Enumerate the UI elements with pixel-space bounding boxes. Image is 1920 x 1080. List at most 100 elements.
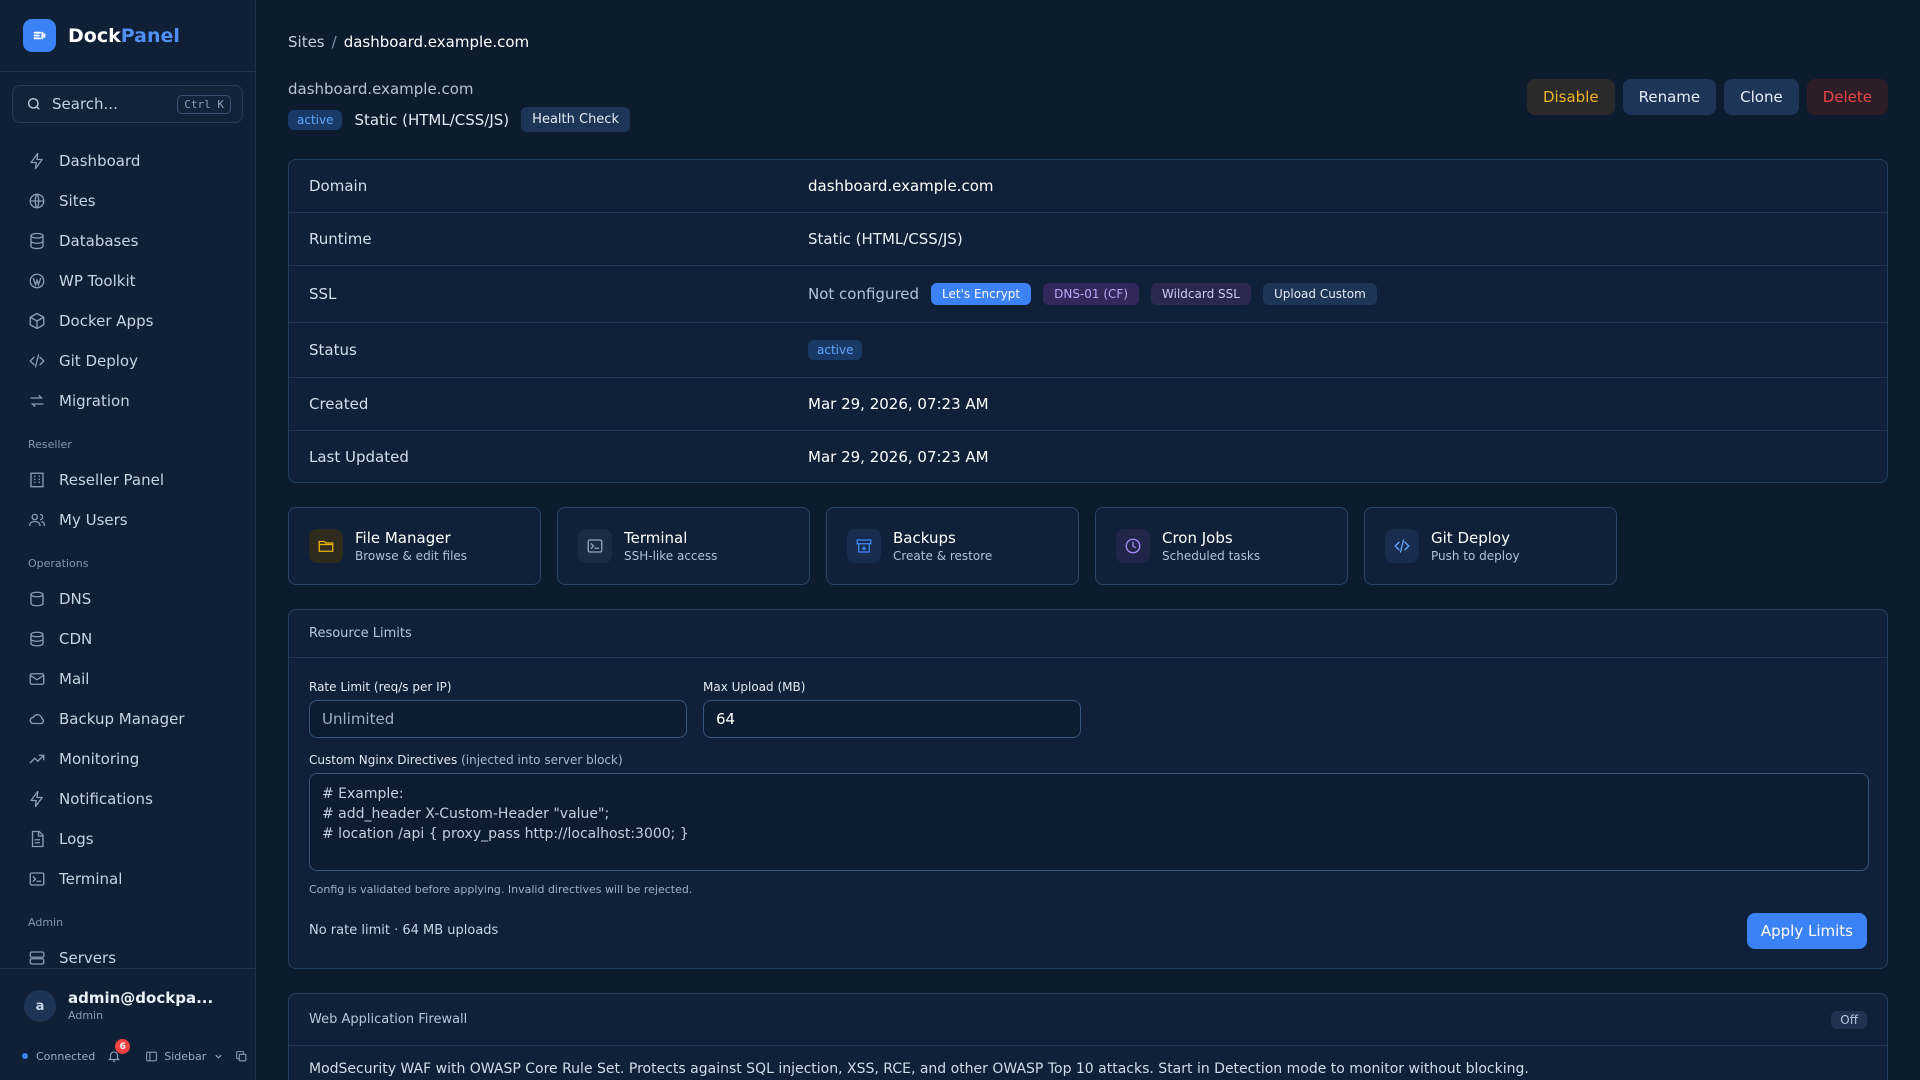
apply-limits-button[interactable]: Apply Limits xyxy=(1746,913,1867,949)
status-bar: Connected 6 Sidebar xyxy=(22,1039,248,1066)
sidebar-item-migration[interactable]: Migration xyxy=(0,381,256,421)
tool-desc: Scheduled tasks xyxy=(1162,549,1261,563)
waf-header: Web Application Firewall Off xyxy=(289,994,1887,1046)
waf-state-badge[interactable]: Off xyxy=(1831,1010,1867,1029)
health-check-button[interactable]: Health Check xyxy=(521,107,630,132)
sidebar-item-git-deploy[interactable]: Git Deploy xyxy=(0,341,256,381)
sidebar-item-label: Terminal xyxy=(59,870,123,888)
sidebar-item-label: Dashboard xyxy=(59,152,141,170)
upload-custom-button[interactable]: Upload Custom xyxy=(1262,283,1377,305)
info-row-runtime: Runtime Static (HTML/CSS/JS) xyxy=(289,213,1887,266)
tool-backups[interactable]: Backups Create & restore xyxy=(826,507,1079,585)
info-value: dashboard.example.com xyxy=(808,177,994,195)
info-label: Status xyxy=(309,341,357,359)
rate-limit-input[interactable]: Unlimited xyxy=(309,700,687,738)
info-label: Domain xyxy=(309,177,368,195)
sidebar-item-label: Notifications xyxy=(59,790,153,808)
tool-title: Terminal xyxy=(624,529,688,547)
waf-description: ModSecurity WAF with OWASP Core Rule Set… xyxy=(309,1061,1529,1077)
copy-icon[interactable] xyxy=(235,1050,248,1063)
sidebar-item-sites[interactable]: Sites xyxy=(0,181,256,221)
site-domain-subtitle: dashboard.example.com xyxy=(288,80,474,98)
tool-desc: Create & restore xyxy=(893,549,993,563)
disable-button[interactable]: Disable xyxy=(1526,79,1615,115)
info-row-ssl: SSL Not configured Let's Encrypt DNS-01 … xyxy=(289,266,1887,323)
users-icon xyxy=(28,513,46,527)
sidebar-item-label: Monitoring xyxy=(59,750,140,768)
card-title: Resource Limits xyxy=(289,610,1887,658)
status-badge: active xyxy=(808,340,863,360)
breadcrumb: Sites / dashboard.example.com xyxy=(288,33,529,51)
site-info-table: Domain dashboard.example.com Runtime Sta… xyxy=(288,159,1888,483)
sidebar-item-databases[interactable]: Databases xyxy=(0,221,256,261)
info-value: Static (HTML/CSS/JS) xyxy=(808,230,963,248)
tool-desc: Browse & edit files xyxy=(355,549,468,563)
search-box[interactable]: Search... Ctrl K xyxy=(12,85,243,123)
wildcard-ssl-button[interactable]: Wildcard SSL xyxy=(1151,283,1251,305)
lets-encrypt-button[interactable]: Let's Encrypt xyxy=(931,283,1032,305)
user-name[interactable]: admin@dockpa... xyxy=(68,989,213,1007)
delete-button[interactable]: Delete xyxy=(1806,79,1888,115)
sidebar-item-reseller-panel[interactable]: Reseller Panel xyxy=(0,460,256,500)
search-shortcut: Ctrl K xyxy=(177,94,231,114)
code-line: # add_header X-Custom-Header "value"; xyxy=(322,806,610,822)
chart-line-icon xyxy=(29,754,45,764)
sidebar-item-docker-apps[interactable]: Docker Apps xyxy=(0,301,256,341)
nginx-directives-label: Custom Nginx Directives (injected into s… xyxy=(309,753,623,767)
sidebar-item-backup-manager[interactable]: Backup Manager xyxy=(0,699,256,739)
breadcrumb-sites-link[interactable]: Sites xyxy=(288,33,325,51)
sidebar-item-label: Git Deploy xyxy=(59,352,138,370)
sidebar-item-label: WP Toolkit xyxy=(59,272,136,290)
info-row-created: Created Mar 29, 2026, 07:23 AM xyxy=(289,378,1887,431)
info-label: Runtime xyxy=(309,230,372,248)
clone-button[interactable]: Clone xyxy=(1724,79,1799,115)
info-row-updated: Last Updated Mar 29, 2026, 07:23 AM xyxy=(289,431,1887,482)
rename-button[interactable]: Rename xyxy=(1622,79,1717,115)
tool-terminal[interactable]: Terminal SSH-like access xyxy=(557,507,810,585)
tool-git-deploy[interactable]: Git Deploy Push to deploy xyxy=(1364,507,1617,585)
search-icon xyxy=(28,98,40,110)
tool-file-manager[interactable]: File Manager Browse & edit files xyxy=(288,507,541,585)
sidebar-item-dns[interactable]: DNS xyxy=(0,579,256,619)
sidebar-item-label: Backup Manager xyxy=(59,710,185,728)
info-label: Last Updated xyxy=(309,447,409,466)
sidebar-item-label: My Users xyxy=(59,511,128,529)
tool-cron-jobs[interactable]: Cron Jobs Scheduled tasks xyxy=(1095,507,1348,585)
limits-summary: No rate limit · 64 MB uploads xyxy=(309,923,499,938)
folder-icon xyxy=(309,529,343,563)
sidebar-item-mail[interactable]: Mail xyxy=(0,659,256,699)
card-title: Web Application Firewall xyxy=(309,1012,468,1027)
sidebar-nav: Dashboard Sites Databases WP Toolkit Doc… xyxy=(0,141,256,978)
chevron-down-icon xyxy=(215,1054,222,1059)
sidebar-item-my-users[interactable]: My Users xyxy=(0,500,256,540)
sidebar-item-terminal[interactable]: Terminal xyxy=(0,859,256,899)
connection-status: Connected xyxy=(36,1049,96,1063)
breadcrumb-current: dashboard.example.com xyxy=(343,33,530,51)
brand[interactable]: DockPanel xyxy=(0,0,255,72)
sidebar-item-label: Sites xyxy=(59,192,96,210)
code-icon xyxy=(29,354,45,368)
ssl-options: Not configured Let's Encrypt DNS-01 (CF)… xyxy=(808,283,1389,305)
nginx-directives-textarea[interactable]: # Example: # add_header X-Custom-Header … xyxy=(309,773,1869,871)
info-row-domain: Domain dashboard.example.com xyxy=(289,160,1887,213)
dns01-button[interactable]: DNS-01 (CF) xyxy=(1043,283,1140,305)
sidebar-item-notifications[interactable]: Notifications xyxy=(0,779,256,819)
sidebar-item-dashboard[interactable]: Dashboard xyxy=(0,141,256,181)
nav-section-reseller: Reseller xyxy=(28,438,72,451)
sidebar-toggle-label: Sidebar xyxy=(164,1049,207,1063)
tool-desc: SSH-like access xyxy=(624,549,718,563)
notifications-bell[interactable]: 6 xyxy=(107,1039,131,1063)
sidebar-item-label: CDN xyxy=(59,630,93,648)
sidebar-toggle[interactable]: Sidebar xyxy=(145,1050,224,1063)
sidebar-item-monitoring[interactable]: Monitoring xyxy=(0,739,256,779)
sidebar-item-logs[interactable]: Logs xyxy=(0,819,256,859)
box-icon xyxy=(29,312,45,330)
sidebar-item-cdn[interactable]: CDN xyxy=(0,619,256,659)
sidebar-layout-icon xyxy=(146,1051,158,1061)
ssl-state: Not configured xyxy=(808,285,920,303)
mail-icon xyxy=(29,673,45,685)
avatar[interactable]: a xyxy=(24,990,56,1022)
max-upload-input[interactable]: 64 xyxy=(703,700,1081,738)
sidebar-item-wp-toolkit[interactable]: WP Toolkit xyxy=(0,261,256,301)
code-line: # location /api { proxy_pass http://loca… xyxy=(322,826,689,842)
